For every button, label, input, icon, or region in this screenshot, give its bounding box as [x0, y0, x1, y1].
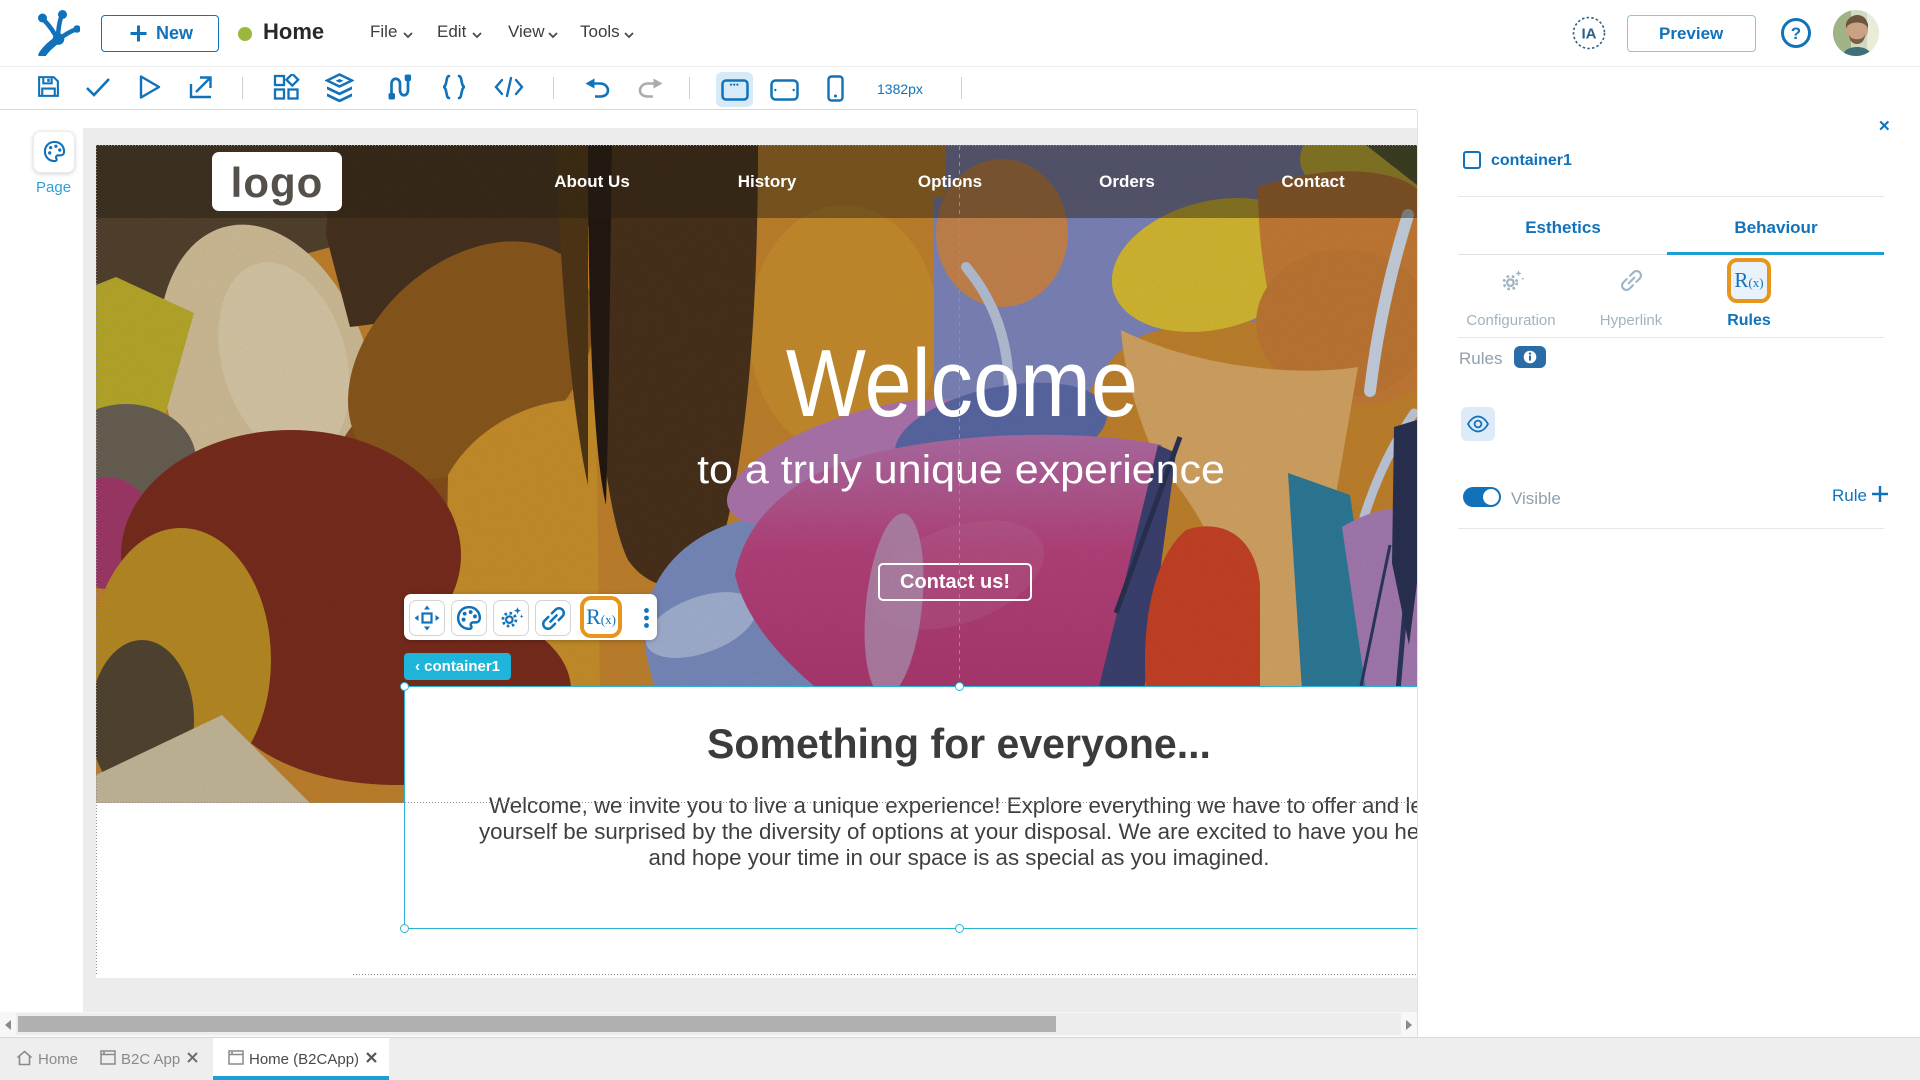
svg-text:?: ?: [1791, 24, 1801, 43]
svg-text:IA: IA: [1582, 26, 1597, 43]
